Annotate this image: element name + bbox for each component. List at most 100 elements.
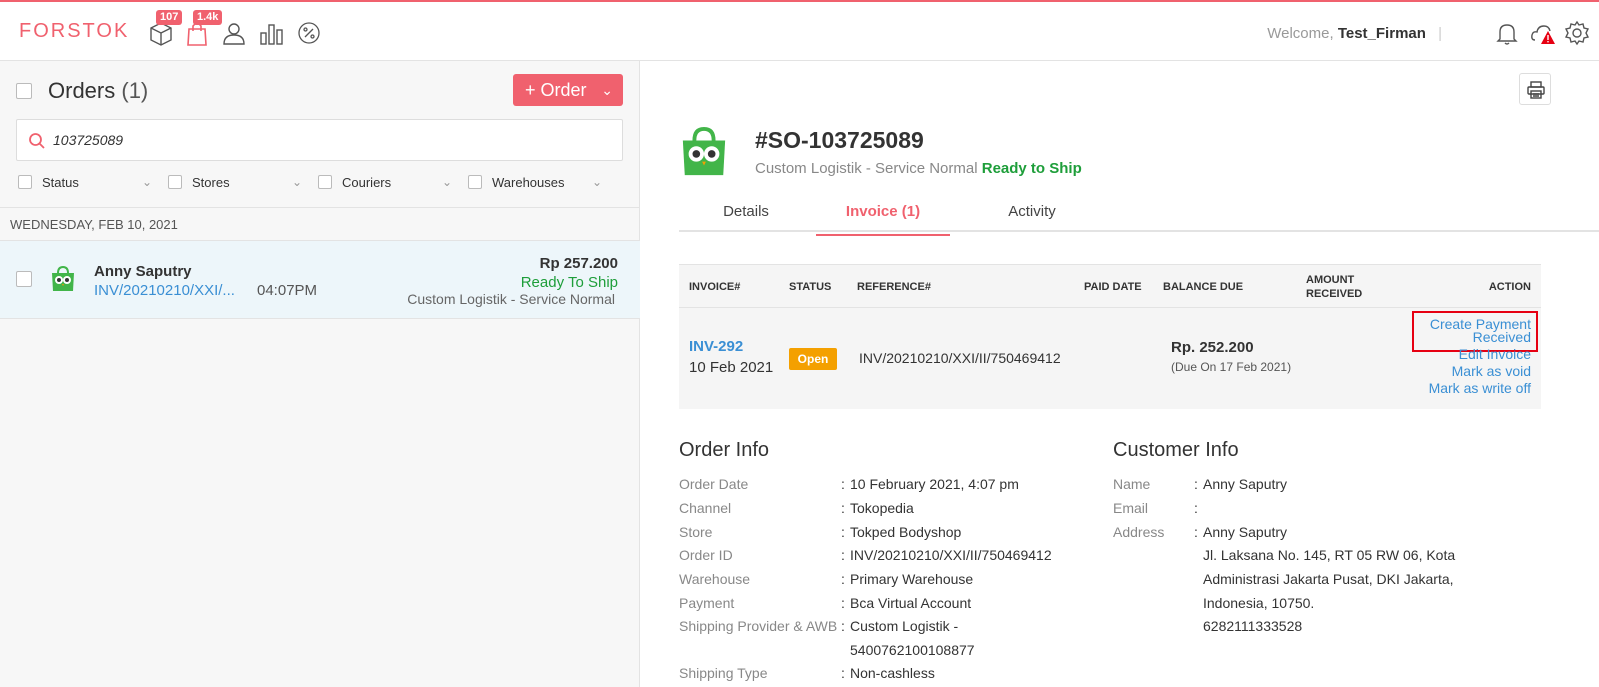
- select-all-checkbox[interactable]: [16, 83, 32, 99]
- warehouse-label: Warehouse: [679, 571, 751, 587]
- chevron-down-icon[interactable]: ⌄: [592, 175, 602, 189]
- colon: :: [1194, 476, 1198, 492]
- printer-icon: [1527, 81, 1545, 99]
- mark-as-void-link[interactable]: Mark as void: [1452, 363, 1531, 379]
- filter-status-label: Status: [42, 175, 79, 190]
- mark-as-write-off-link[interactable]: Mark as write off: [1429, 380, 1531, 396]
- orders-count: (1): [121, 78, 149, 103]
- search-value: 103725089: [53, 132, 124, 148]
- sync-alert-button[interactable]: [1530, 20, 1556, 46]
- search-icon: [29, 133, 45, 149]
- name-label: Name: [1113, 476, 1151, 492]
- filter-warehouses-checkbox[interactable]: [468, 175, 482, 189]
- date-group-header: WEDNESDAY, FEB 10, 2021: [0, 207, 640, 241]
- create-order-button[interactable]: + Order ⌄: [513, 74, 623, 106]
- address-line: Anny Saputry: [1203, 524, 1288, 540]
- colon: :: [841, 595, 845, 611]
- store-value: Tokped Bodyshop: [850, 524, 962, 540]
- shipping-provider-value: Custom Logistik -: [850, 618, 959, 634]
- customer-name-value: Anny Saputry: [1203, 476, 1288, 492]
- orders-nav[interactable]: 1.4k: [184, 10, 223, 46]
- col-amount-received: AMOUNT: [1306, 274, 1355, 286]
- print-button[interactable]: [1519, 73, 1551, 105]
- orders-list-panel: Orders (1) + Order ⌄ 103725089 Status ⌄ …: [0, 61, 640, 687]
- colon: :: [841, 618, 845, 634]
- order-shipping: Custom Logistik - Service Normal: [407, 291, 615, 307]
- detail-tabs: Details Invoice (1) Activity: [679, 199, 1599, 236]
- chevron-down-icon[interactable]: ⌄: [142, 175, 152, 189]
- forstok-logo[interactable]: FORSTOK: [19, 20, 129, 43]
- chevron-down-icon[interactable]: ⌄: [292, 175, 302, 189]
- order-list-item[interactable]: Anny Saputry INV/20210210/XXI/... 04:07P…: [0, 241, 640, 319]
- col-status: STATUS: [789, 281, 832, 293]
- chevron-down-icon[interactable]: ⌄: [442, 175, 452, 189]
- products-badge: 107: [156, 10, 183, 25]
- channel-value: Tokopedia: [850, 500, 914, 516]
- orders-badge: 1.4k: [193, 10, 223, 25]
- balance-due-amount: Rp. 252.200: [1171, 339, 1254, 356]
- filter-couriers-checkbox[interactable]: [318, 175, 332, 189]
- channel-label: Channel: [679, 500, 732, 516]
- promotions-nav[interactable]: [296, 20, 322, 46]
- order-id-label: Order ID: [679, 547, 733, 563]
- order-invoice-link[interactable]: INV/20210210/XXI/...: [94, 282, 235, 299]
- shipping-service: Custom Logistik - Service Normal: [755, 160, 978, 177]
- tab-activity[interactable]: Activity: [965, 203, 1099, 236]
- order-subtitle: Custom Logistik - Service Normal Ready t…: [755, 160, 1082, 177]
- edit-invoice-link[interactable]: Edit Invoice: [1459, 346, 1531, 362]
- user-icon: [223, 23, 245, 45]
- tab-invoice[interactable]: Invoice (1): [816, 203, 950, 236]
- customers-nav[interactable]: [221, 20, 247, 46]
- order-row-checkbox[interactable]: [16, 271, 32, 287]
- filter-couriers-label: Couriers: [342, 175, 392, 190]
- col-invoice: INVOICE#: [689, 281, 741, 293]
- gear-icon: [1564, 20, 1590, 46]
- colon: :: [841, 547, 845, 563]
- filter-couriers[interactable]: Couriers ⌄: [318, 175, 452, 190]
- colon: :: [1194, 524, 1198, 540]
- col-action: ACTION: [1488, 281, 1531, 293]
- invoice-table-header: INVOICE# STATUS REFERENCE# PAID DATE BAL…: [679, 264, 1541, 308]
- store-label: Store: [679, 524, 713, 540]
- shipping-type-label: Shipping Type: [679, 665, 768, 681]
- order-time: 04:07PM: [257, 282, 318, 299]
- bell-icon: [1496, 24, 1518, 45]
- address-line: Indonesia, 10750.: [1203, 595, 1315, 611]
- tab-details[interactable]: Details: [679, 203, 813, 236]
- cloud-alert-icon: [1531, 25, 1555, 44]
- colon: :: [841, 571, 845, 587]
- chevron-down-icon[interactable]: ⌄: [601, 74, 613, 106]
- search-input[interactable]: 103725089: [16, 119, 623, 161]
- colon: :: [841, 500, 845, 516]
- filter-status[interactable]: Status ⌄: [18, 175, 152, 190]
- create-payment-received-link[interactable]: Create Payment Received: [1430, 316, 1531, 345]
- username[interactable]: Test_Firman: [1338, 25, 1426, 42]
- col-balance-due: BALANCE DUE: [1163, 281, 1244, 293]
- order-date-label: Order Date: [679, 476, 749, 492]
- filter-stores-checkbox[interactable]: [168, 175, 182, 189]
- customer-info-title: Customer Info: [1113, 439, 1239, 461]
- tokopedia-icon: [52, 265, 74, 291]
- invoice-number-link[interactable]: INV-292: [689, 338, 743, 355]
- welcome-text: Welcome, Test_Firman |: [1267, 25, 1442, 42]
- address-label: Address: [1113, 524, 1165, 540]
- filter-stores[interactable]: Stores ⌄: [168, 175, 302, 190]
- products-nav[interactable]: 107: [148, 10, 183, 46]
- colon: :: [1194, 500, 1198, 516]
- filter-warehouses[interactable]: Warehouses ⌄: [468, 175, 602, 190]
- orders-title-label: Orders: [48, 78, 116, 103]
- notifications-button[interactable]: [1494, 20, 1520, 46]
- orders-title: Orders (1): [48, 78, 148, 104]
- welcome-separator: |: [1438, 25, 1442, 42]
- sales-order-number: #SO-103725089: [755, 127, 924, 153]
- filter-warehouses-label: Warehouses: [492, 175, 565, 190]
- customer-phone: 6282111333528: [1203, 618, 1303, 634]
- due-date: (Due On 17 Feb 2021): [1171, 360, 1292, 374]
- reports-nav[interactable]: [258, 20, 284, 46]
- order-amount: Rp 257.200: [539, 255, 618, 272]
- settings-button[interactable]: [1564, 20, 1590, 46]
- warehouse-value: Primary Warehouse: [850, 571, 974, 587]
- payment-label: Payment: [679, 595, 735, 611]
- order-customer-name: Anny Saputry: [94, 263, 192, 280]
- filter-status-checkbox[interactable]: [18, 175, 32, 189]
